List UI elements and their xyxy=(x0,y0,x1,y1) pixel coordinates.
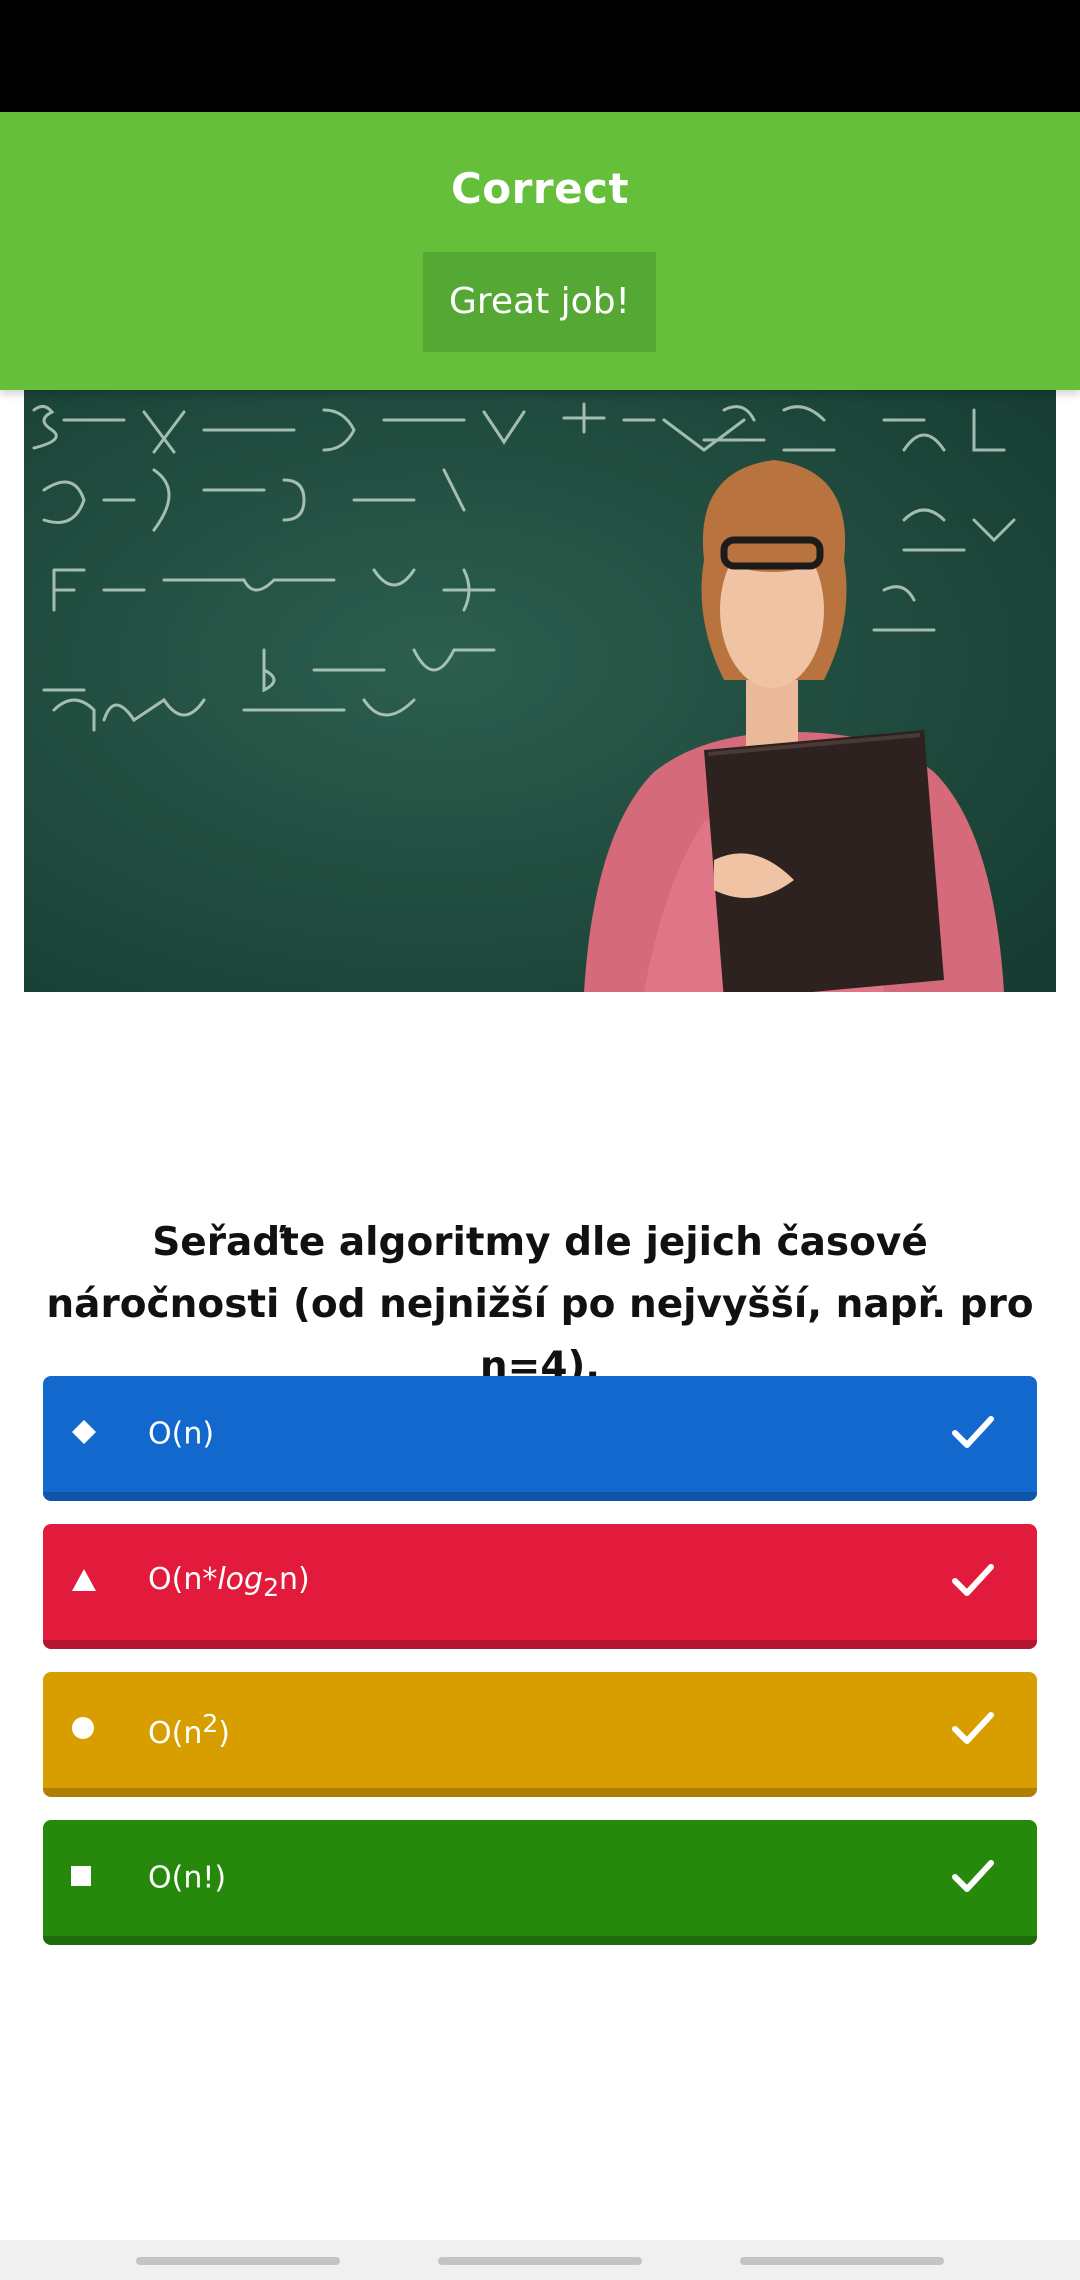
answer-label: O(n*log2n) xyxy=(148,1562,310,1602)
square-icon xyxy=(71,1866,91,1890)
check-icon xyxy=(951,1710,995,1750)
feedback-button[interactable]: Great job! xyxy=(423,252,656,352)
result-title: Correct xyxy=(450,164,630,213)
circle-icon xyxy=(71,1716,95,1744)
answer-option-4[interactable]: O(n!) xyxy=(43,1820,1037,1945)
answer-label: O(n!) xyxy=(148,1860,227,1896)
diamond-icon xyxy=(71,1419,97,1449)
answer-label: O(n) xyxy=(148,1416,215,1452)
nav-handle xyxy=(740,2257,944,2265)
check-icon xyxy=(951,1414,995,1454)
result-banner: Correct Great job! xyxy=(0,112,1080,390)
nav-handle xyxy=(136,2257,340,2265)
answer-label: O(n2) xyxy=(148,1709,230,1751)
check-icon xyxy=(951,1858,995,1898)
answer-option-2[interactable]: O(n*log2n) xyxy=(43,1524,1037,1649)
answer-option-1[interactable]: O(n) xyxy=(43,1376,1037,1501)
nav-handle xyxy=(438,2257,642,2265)
answer-option-3[interactable]: O(n2) xyxy=(43,1672,1037,1797)
status-bar xyxy=(0,0,1080,112)
triangle-icon xyxy=(71,1568,97,1596)
question-image xyxy=(24,390,1056,992)
check-icon xyxy=(951,1562,995,1602)
question-text: Seřaďte algoritmy dle jejich časové náro… xyxy=(46,1220,1034,1389)
navigation-bar xyxy=(0,2240,1080,2280)
